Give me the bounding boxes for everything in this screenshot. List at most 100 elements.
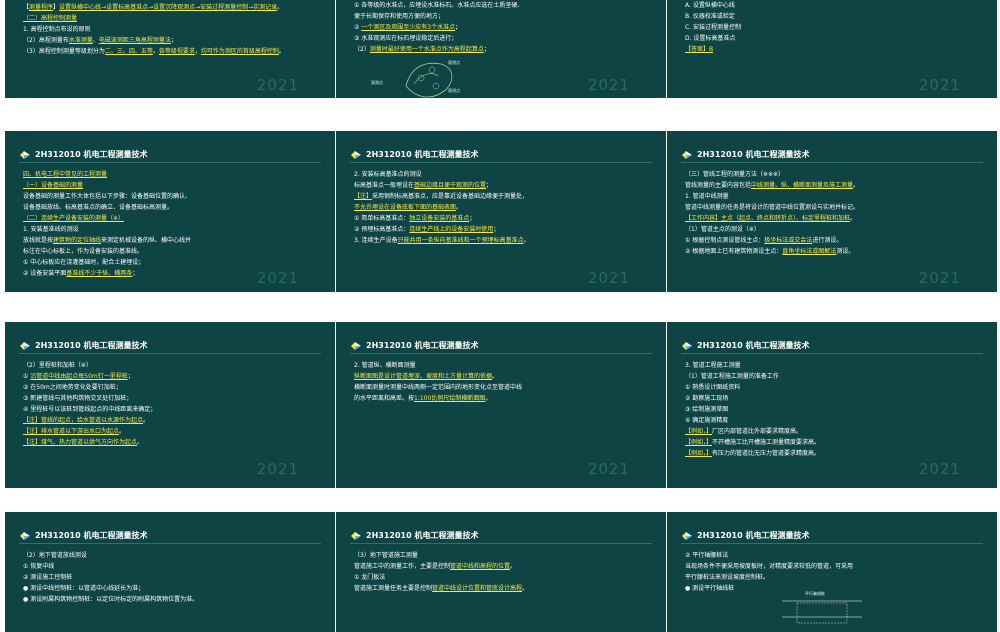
slide-title: 2H312010 机电工程测量技术 (366, 531, 479, 540)
text-line: 设备基础放线、标高基准点的确立、设备基础标高测量。 (23, 204, 174, 211)
slide-header: 2H312010 机电工程测量技术 (19, 530, 147, 541)
text-line: 【注】采用钢制标高基准点，应是靠近设备基础边缘便于测量处， (354, 193, 529, 200)
text-line: 3. 管道工程施工测量 (685, 362, 741, 369)
slide-header: 2H312010 机电工程测量技术 (350, 340, 478, 351)
slide-title: 2H312010 机电工程测量技术 (366, 341, 479, 350)
slide-body: 【测量程序】设置纵横中心线→设置标高基准点→设置沉降观测点→安装过程测量控制→实… (23, 2, 325, 57)
text-line: 【工作内容】主点（起点、终点和转折点）、标定里程桩和加桩。 (685, 215, 857, 222)
slide-4: 2H312010 机电工程测量技术四、机电工程中常见的工程测量 （一）设备基础的测… (5, 131, 335, 292)
text-line: 管道施工测量任务主要是控制管道中线设计位置和管底设计高程。 (354, 585, 529, 592)
text-line: 管线测量的主要内容包括中线测量、纵、横断面测量及施工测量。 (685, 182, 860, 189)
text-line: ③ 绘制施测草图 (685, 406, 729, 413)
slide-header: 2H312010 机电工程测量技术 (350, 149, 478, 160)
slide-header: 2H312010 机电工程测量技术 (19, 149, 147, 160)
slide-body: 四、机电工程中常见的工程测量 （一）设备基础的测量 设备基础的测量工作大体包括以下步… (23, 169, 325, 279)
header-divider (681, 543, 983, 544)
text-line: B. 仪器校准或检定 (685, 13, 735, 20)
parallel-axis-diagram: 平行轴线桩 (777, 587, 867, 627)
text-line: 当现场条件不便采用坡度板时，对精度要求较低的管道，可采用 (685, 563, 854, 570)
text-line: （1）管道主点的测设（※） (685, 226, 760, 233)
text-line: （二）高程控制测量 (23, 15, 78, 22)
text-line: 【答案】B (685, 46, 714, 53)
slide-8: 2H312010 机电工程测量技术 2. 管道纵、横断面测量纵断面图是设计管道埋深… (336, 322, 666, 488)
text-line: （2）地下管道放线测设 (23, 552, 87, 559)
text-line: 【注】排水管道以下游出水口为起点。 (23, 428, 126, 435)
text-line: 便于长期保存和使用方便的地方； (354, 13, 445, 20)
diamond-logo-icon (350, 531, 362, 541)
year-watermark: 2021 (587, 269, 630, 287)
slide-body: （三）管线工程的测量方法（※※※） 管线测量的主要内容包括中线测量、纵、横断面测量… (685, 169, 987, 257)
slide-header: 2H312010 机电工程测量技术 (681, 340, 809, 351)
text-line: （3）高程控制测量等级划分为二、三、四、五等。各等级视要求，均可作为测区的首级高… (23, 48, 285, 55)
text-line: 2. 管道纵、横断面测量 (354, 362, 416, 369)
year-watermark: 2021 (256, 269, 299, 287)
text-line: ① 中心标板应在浇灌基础时，配合土建埋设； (23, 259, 145, 266)
slide-title: 2H312010 机电工程测量技术 (35, 341, 148, 350)
text-line: 横断面测量时测量中线两侧一定范围内的地形变化点至管道中线 (354, 384, 523, 391)
text-line: ① 简单标高基准点：独立设备安装的基准点； (354, 215, 476, 222)
slide-body: （2）地下管道放线测设 ① 恢复中线 ② 测设施工控制桩 ● 测设中线控制桩：以管道中… (23, 550, 325, 605)
text-line: 四、机电工程中常见的工程测量 (23, 171, 108, 178)
slide-title: 2H312010 机电工程测量技术 (366, 150, 479, 159)
text-line: （3）地下管道施工测量 (354, 552, 418, 559)
text-line: 【注】管线的起点，给水管道以水源作为起点。 (23, 417, 150, 424)
text-line: ① 各等级的水准点，应埋设水准标石。水准点应选在土质坚硬、 (354, 2, 524, 9)
text-line: ② 在50m之间地势变化处要钉加桩； (23, 384, 122, 391)
year-watermark: 2021 (256, 460, 299, 478)
text-line: 【测量程序】设置纵横中心线→设置标高基准点→设置沉降观测点→安装过程测量控制→实… (23, 4, 284, 11)
text-line: ① 恢复中线 (23, 563, 55, 570)
survey-map-figure: 观测点 观测点 观测点 (366, 56, 486, 98)
slide-body: A. 设置纵横中心线 B. 仪器校准或检定 C. 安装过程测量控制 D. 设置标高基准… (685, 0, 987, 55)
diamond-logo-icon (350, 341, 362, 351)
slide-body: （2）里程桩和加桩（※） ① 沿管道中线由起点每50m钉一里程桩； ② 在50m之间… (23, 360, 325, 448)
text-line: 【注】煤气、热力管道以供气方向作为起点。 (23, 439, 144, 446)
text-line: 标注在中心标板上，作为设备安装的基准线。 (23, 248, 144, 255)
text-line: ① 熟悉设计图纸资料 (685, 384, 741, 391)
slide-header: 2H312010 机电工程测量技术 (681, 530, 809, 541)
text-line: （2）里程桩和加桩（※） (23, 362, 92, 369)
header-divider (19, 543, 321, 544)
diamond-logo-icon (19, 150, 31, 160)
text-line: 1. 安装基准线的测设 (23, 226, 79, 233)
text-line: ② 一个测区及周围至少应有3个水准点； (354, 24, 462, 31)
text-line: C. 安装过程测量控制 (685, 24, 742, 31)
slide-3: A. 设置纵横中心线 B. 仪器校准或检定 C. 安装过程测量控制 D. 设置标高基准… (667, 0, 997, 98)
text-line: 放线就是按建筑物的定位轴线来测定机械设备的纵、横中心线并 (23, 237, 192, 244)
text-line: 纵断面图是设计管道埋深、坡度和土方量计算的依据。 (354, 373, 499, 380)
text-line: （2）高程测量布水准测量、电磁波测距三角高程测量法； (23, 37, 177, 44)
slide-2: ① 各等级的水准点，应埋设水准标石。水准点应选在土质坚硬、 便于长期保存和使用方便… (336, 0, 666, 98)
text-line: 管道中线测量的任务是将设计的管道中线位置测设与实地并标记。 (685, 204, 860, 211)
text-line: ③ 水准观测应在标石埋设稳定后进行； (354, 35, 458, 42)
map-label: 观测点 (448, 60, 460, 65)
slide-9: 2H312010 机电工程测量技术 3. 管道工程施工测量 （1）管道工程施工测量的… (667, 322, 997, 488)
header-divider (350, 162, 652, 163)
text-line: ② 平行轴腰桩法 (685, 552, 729, 559)
year-watermark: 2021 (587, 76, 630, 94)
slide-body: 2. 安装标高基准点的测设 标高基准点一般埋设在基础边缘且便于观测的位置； 【注】采… (354, 169, 656, 246)
year-watermark: 2021 (918, 460, 961, 478)
text-line: ① 龙门板法 (354, 574, 386, 581)
diamond-logo-icon (19, 341, 31, 351)
text-line: ② 勘察施工现场 (685, 395, 729, 402)
text-line: ● 测设中线控制桩：以管道中心线延长为准； (23, 585, 145, 592)
map-label: 观测点 (371, 80, 383, 85)
slide-title: 2H312010 机电工程测量技术 (697, 531, 810, 540)
slide-body: 3. 管道工程施工测量 （1）管道工程施工测量的准备工作 ① 熟悉设计图纸资料 ② 勘… (685, 360, 987, 459)
diagram-label: 平行轴线桩 (805, 591, 825, 596)
text-line: 标高基准点一般埋设在基础边缘且便于观测的位置； (354, 182, 493, 189)
slide-header: 2H312010 机电工程测量技术 (350, 530, 478, 541)
text-line: ② 预埋标高基准点：连续生产线上的设备安装时使用； (354, 226, 500, 233)
slide-10: 2H312010 机电工程测量技术 （2）地下管道放线测设 ① 恢复中线 ② 测设施工… (5, 512, 335, 632)
text-line: ② 测设施工控制桩 (23, 574, 73, 581)
slide-title: 2H312010 机电工程测量技术 (697, 150, 810, 159)
map-label: 观测点 (448, 88, 460, 93)
header-divider (19, 162, 321, 163)
text-line: 【例如，】有压力的管道比无压力管道要求精度高。 (685, 450, 821, 457)
slide-body: ① 各等级的水准点，应埋设水准标石。水准点应选在土质坚硬、 便于长期保存和使用方便… (354, 0, 656, 55)
diamond-logo-icon (350, 150, 362, 160)
text-line: 不允许埋设在设备底板下面的基础表面。 (354, 204, 463, 211)
text-line: 【例如，】厂区内部管道比外部要求精度高。 (685, 428, 803, 435)
slide-body: 2. 管道纵、横断面测量纵断面图是设计管道埋深、坡度和土方量计算的依据。横断面测… (354, 360, 656, 404)
text-line: （1）管道工程施工测量的准备工作 (685, 373, 779, 380)
slide-title: 2H312010 机电工程测量技术 (697, 341, 810, 350)
